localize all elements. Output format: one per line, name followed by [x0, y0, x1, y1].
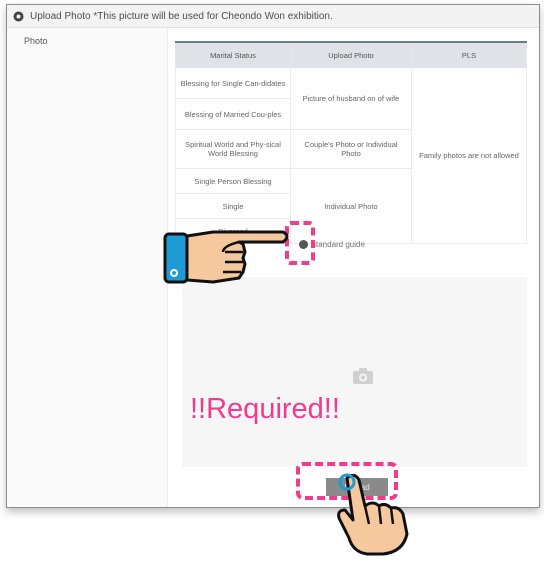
table-cell: Blessing for Single Can-didates	[175, 67, 291, 99]
clicking-hand-icon	[337, 473, 409, 556]
col-header-pls: PLS	[411, 41, 527, 68]
table-header-row: Marital Status Upload Photo PLS	[175, 41, 527, 68]
table-cell: Single	[175, 193, 291, 219]
form-label-column: Photo	[7, 28, 168, 507]
table-cell: Spiritual World and Phy-sical World Bles…	[175, 129, 291, 169]
dialog-title: Upload Photo *This picture will be used …	[30, 10, 333, 22]
photo-guide-table: Marital Status Upload Photo PLS Blessing…	[175, 41, 527, 244]
pointing-hand-icon	[163, 230, 289, 284]
col-header-upload-photo: Upload Photo	[290, 41, 412, 68]
table-row: Blessing for Single Can-didates Picture …	[175, 67, 527, 244]
camera-icon	[352, 367, 374, 385]
table-cell: Single Person Blessing	[175, 168, 291, 194]
col-header-marital-status: Marital Status	[175, 41, 291, 68]
photo-label: Photo	[24, 36, 48, 46]
standard-guide-label[interactable]: standard guide	[312, 240, 365, 249]
photo-guide-table-wrap: Marital Status Upload Photo PLS Blessing…	[175, 41, 527, 244]
table-cell: Picture of husband on of wife	[290, 67, 412, 130]
table-cell: Family photos are not allowed	[411, 67, 527, 244]
photo-upload-area[interactable]	[182, 277, 527, 467]
table-cell: Blessing of Married Cou-ples	[175, 98, 291, 130]
required-annotation: !!Required!!	[190, 393, 340, 425]
gear-icon	[13, 11, 24, 22]
dialog-header: Upload Photo *This picture will be used …	[7, 5, 539, 28]
table-cell: Couple's Photo or Individual Photo	[290, 129, 412, 169]
